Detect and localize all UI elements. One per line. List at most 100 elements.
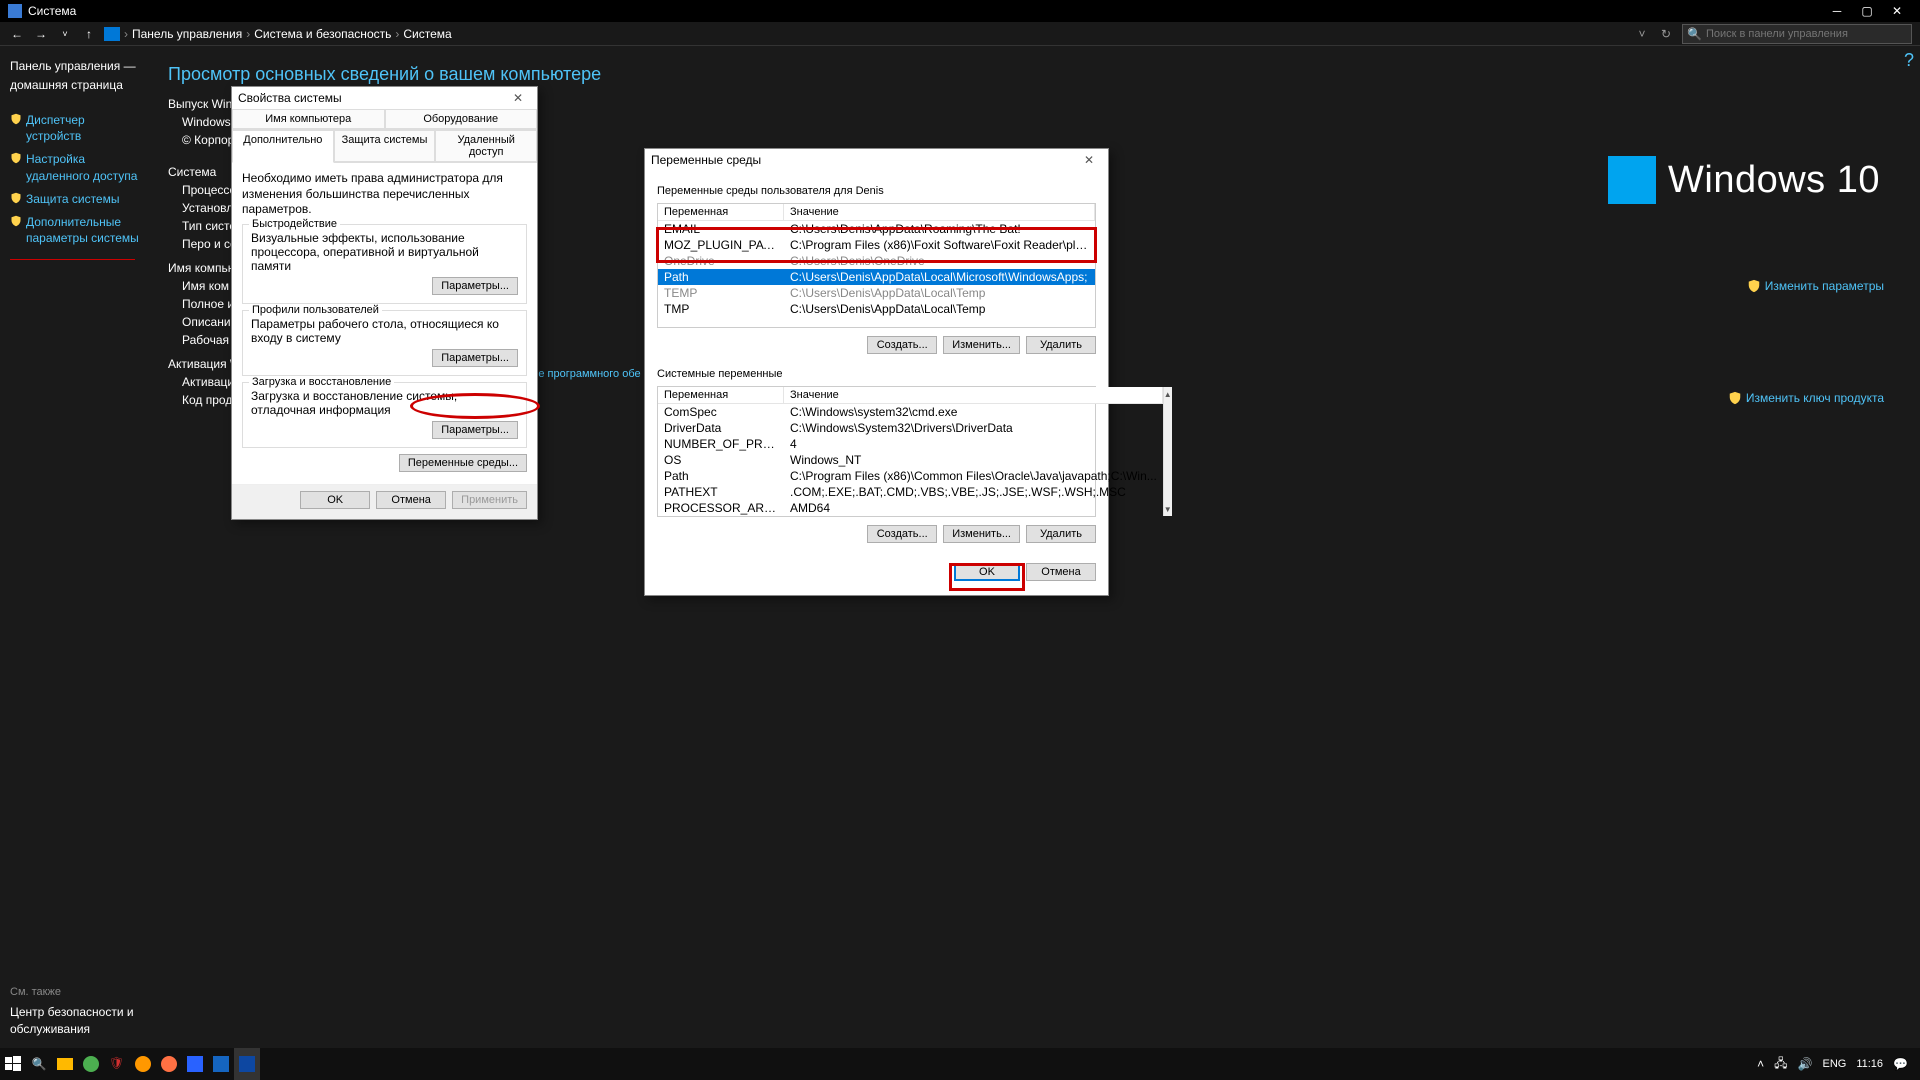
- table-row[interactable]: PathC:\Program Files (x86)\Common Files\…: [658, 468, 1163, 484]
- task-app-2[interactable]: 🛡: [104, 1048, 130, 1080]
- computer-icon[interactable]: [104, 27, 120, 41]
- ok-button[interactable]: OK: [300, 491, 370, 509]
- system-properties-dialog: Свойства системы ✕ Имя компьютера Оборуд…: [231, 86, 538, 520]
- table-row[interactable]: ComSpecC:\Windows\system32\cmd.exe: [658, 404, 1163, 420]
- tray-notifications[interactable]: 💬: [1889, 1048, 1912, 1080]
- cancel-button[interactable]: Отмена: [1026, 563, 1096, 581]
- tab-computer-name[interactable]: Имя компьютера: [232, 109, 385, 129]
- back-button[interactable]: ←: [8, 25, 26, 43]
- minimize-button[interactable]: ─: [1822, 0, 1852, 22]
- sidebar-item-device-manager[interactable]: Диспетчер устройств: [10, 112, 140, 146]
- search-input[interactable]: [1706, 28, 1907, 40]
- sidebar-item-security-center[interactable]: Центр безопасности и обслуживания: [10, 1004, 140, 1038]
- sys-new-button[interactable]: Создать...: [867, 525, 937, 543]
- breadcrumb-item[interactable]: Система и безопасность: [254, 27, 391, 41]
- profiles-params-button[interactable]: Параметры...: [432, 349, 518, 367]
- user-new-button[interactable]: Создать...: [867, 336, 937, 354]
- change-params-link[interactable]: Изменить параметры: [1747, 278, 1884, 294]
- red-underline: [10, 259, 135, 260]
- sidebar-home[interactable]: Панель управления —: [10, 58, 140, 75]
- maximize-button[interactable]: ▢: [1852, 0, 1882, 22]
- forward-button[interactable]: →: [32, 25, 50, 43]
- startup-group-title: Загрузка и восстановление: [249, 376, 394, 388]
- tab-remote[interactable]: Удаленный доступ: [435, 130, 537, 162]
- close-button[interactable]: ✕: [1076, 151, 1102, 169]
- windows-icon: [5, 1056, 21, 1072]
- app-icon: [135, 1056, 151, 1072]
- sidebar-home2[interactable]: домашняя страница: [10, 77, 140, 94]
- table-row[interactable]: TEMPC:\Users\Denis\AppData\Local\Temp: [658, 285, 1095, 301]
- app-icon: [213, 1056, 229, 1072]
- apply-button[interactable]: Применить: [452, 491, 527, 509]
- up-button[interactable]: ↑: [80, 25, 98, 43]
- table-row[interactable]: OneDriveC:\Users\Denis\OneDrive: [658, 253, 1095, 269]
- tray-lang[interactable]: ENG: [1818, 1048, 1850, 1080]
- table-row[interactable]: DriverDataC:\Windows\System32\Drivers\Dr…: [658, 420, 1163, 436]
- task-app-4[interactable]: [182, 1048, 208, 1080]
- sys-delete-button[interactable]: Удалить: [1026, 525, 1096, 543]
- task-app-1[interactable]: [78, 1048, 104, 1080]
- env-vars-button[interactable]: Переменные среды...: [399, 454, 527, 472]
- col-value[interactable]: Значение: [784, 387, 1163, 403]
- sidebar-item-advanced[interactable]: Дополнительные параметры системы: [10, 214, 140, 248]
- sidebar-item-remote[interactable]: Настройка удаленного доступа: [10, 151, 140, 185]
- breadcrumb-item[interactable]: Панель управления: [132, 27, 242, 41]
- ok-button[interactable]: OK: [954, 563, 1020, 581]
- search-button[interactable]: 🔍: [26, 1048, 52, 1080]
- window-titlebar: Система ─ ▢ ✕: [0, 0, 1920, 22]
- breadcrumb-item[interactable]: Система: [403, 27, 451, 41]
- search-icon: 🔍: [1687, 27, 1702, 41]
- col-value[interactable]: Значение: [784, 204, 1095, 220]
- firefox-button[interactable]: [156, 1048, 182, 1080]
- windows-logo-text: Windows 10: [1668, 159, 1880, 202]
- user-delete-button[interactable]: Удалить: [1026, 336, 1096, 354]
- change-key-link[interactable]: Изменить ключ продукта: [1728, 390, 1884, 406]
- start-button[interactable]: [0, 1048, 26, 1080]
- windows-icon: [1608, 156, 1656, 204]
- sys-edit-button[interactable]: Изменить...: [943, 525, 1020, 543]
- refresh-button[interactable]: ↻: [1658, 26, 1674, 42]
- file-explorer-button[interactable]: [52, 1048, 78, 1080]
- app-icon: [239, 1056, 255, 1072]
- breadcrumb-dropdown[interactable]: ˅: [1634, 26, 1650, 42]
- task-app-5[interactable]: [208, 1048, 234, 1080]
- task-app-6[interactable]: [234, 1048, 260, 1080]
- table-row[interactable]: MOZ_PLUGIN_PATHC:\Program Files (x86)\Fo…: [658, 237, 1095, 253]
- tray-time[interactable]: 11:16: [1852, 1048, 1887, 1080]
- tab-system-protection[interactable]: Защита системы: [334, 130, 436, 162]
- table-row[interactable]: PROCESSOR_ARCHITECTUREAMD64: [658, 500, 1163, 516]
- table-row[interactable]: EMAILC:\Users\Denis\AppData\Roaming\The …: [658, 221, 1095, 237]
- admin-notice: Необходимо иметь права администратора дл…: [242, 171, 527, 218]
- table-row[interactable]: TMPC:\Users\Denis\AppData\Local\Temp: [658, 301, 1095, 317]
- tray-volume[interactable]: 🔊: [1794, 1048, 1817, 1080]
- task-app-3[interactable]: [130, 1048, 156, 1080]
- startup-params-button[interactable]: Параметры...: [432, 421, 518, 439]
- col-variable[interactable]: Переменная: [658, 387, 784, 403]
- folder-icon: [57, 1058, 73, 1070]
- scroll-up-icon[interactable]: ▲: [1164, 387, 1172, 401]
- shield-icon: [10, 152, 22, 164]
- table-row[interactable]: OSWindows_NT: [658, 452, 1163, 468]
- table-row[interactable]: PathC:\Users\Denis\AppData\Local\Microso…: [658, 269, 1095, 285]
- tab-hardware[interactable]: Оборудование: [385, 109, 538, 129]
- cancel-button[interactable]: Отмена: [376, 491, 446, 509]
- close-button[interactable]: ✕: [505, 89, 531, 107]
- table-row[interactable]: NUMBER_OF_PROCESSORS4: [658, 436, 1163, 452]
- software-link[interactable]: ание программного обе: [520, 368, 641, 380]
- user-edit-button[interactable]: Изменить...: [943, 336, 1020, 354]
- shield-icon: [1728, 390, 1742, 406]
- search-icon: 🔍: [32, 1057, 47, 1071]
- table-row[interactable]: PATHEXT.COM;.EXE;.BAT;.CMD;.VBS;.VBE;.JS…: [658, 484, 1163, 500]
- address-bar: ← → ˅ ↑ › Панель управления › Система и …: [0, 22, 1920, 46]
- col-variable[interactable]: Переменная: [658, 204, 784, 220]
- tray-overflow[interactable]: ˄: [1753, 1048, 1768, 1080]
- tab-advanced[interactable]: Дополнительно: [232, 130, 334, 163]
- tray-network[interactable]: 🖧: [1770, 1048, 1791, 1080]
- scroll-down-icon[interactable]: ▼: [1164, 502, 1172, 516]
- performance-params-button[interactable]: Параметры...: [432, 277, 518, 295]
- sidebar-item-protection[interactable]: Защита системы: [10, 191, 140, 208]
- scrollbar[interactable]: ▲ ▼: [1163, 387, 1172, 516]
- recent-dropdown[interactable]: ˅: [56, 25, 74, 43]
- close-button[interactable]: ✕: [1882, 0, 1912, 22]
- notifications-icon: 💬: [1893, 1057, 1908, 1071]
